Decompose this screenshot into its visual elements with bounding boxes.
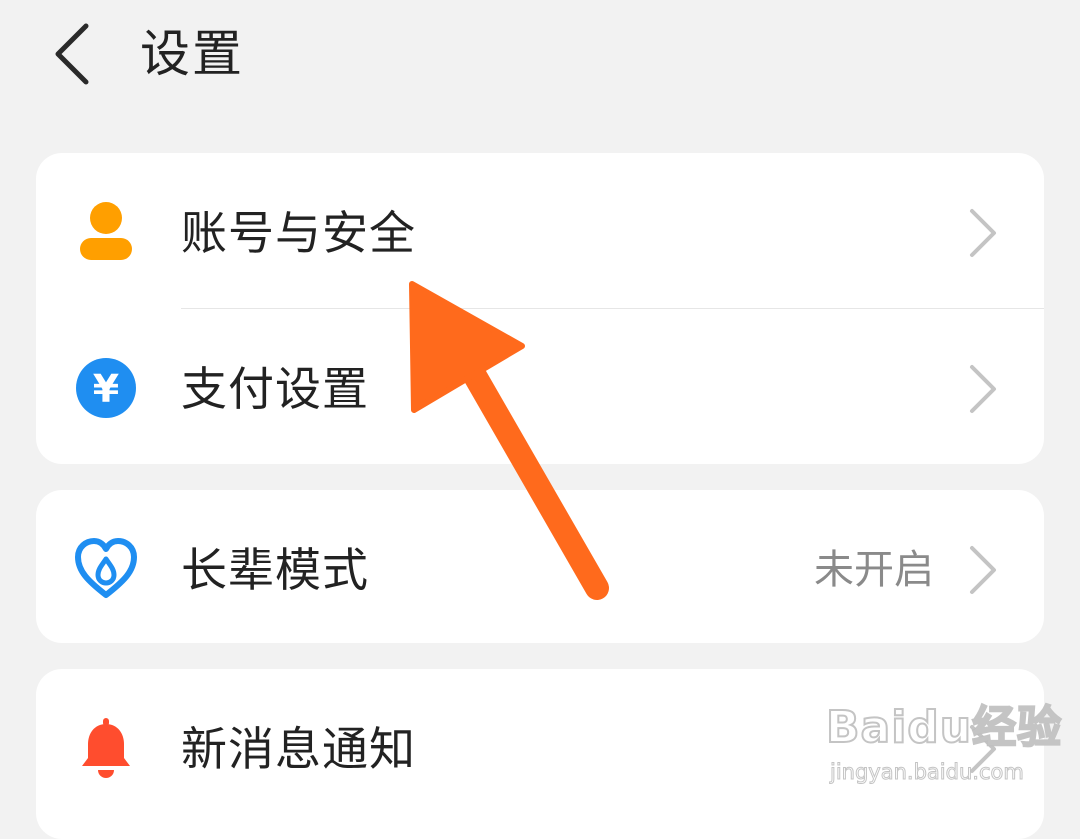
back-button[interactable]	[40, 20, 110, 90]
chevron-right-icon	[962, 361, 1002, 417]
settings-group-elder-mode: 长辈模式 未开启	[36, 490, 1044, 643]
chevron-right-icon	[962, 205, 1002, 261]
settings-item-label: 账号与安全	[181, 206, 416, 260]
bell-icon	[74, 716, 138, 780]
svg-text:¥: ¥	[93, 367, 119, 411]
settings-item-notifications[interactable]: 新消息通知	[36, 669, 1044, 824]
page-title: 设置	[140, 25, 244, 83]
chevron-right-icon	[962, 721, 1002, 777]
settings-group-notifications: 新消息通知	[36, 669, 1044, 839]
settings-item-label: 新消息通知	[181, 722, 416, 776]
chevron-left-icon	[55, 23, 89, 85]
settings-item-label: 长辈模式	[181, 543, 369, 597]
account-icon	[74, 200, 138, 264]
chevron-right-icon	[962, 542, 1002, 598]
settings-group-account: 账号与安全 ¥ 支付设置	[36, 153, 1044, 464]
settings-item-payment[interactable]: ¥ 支付设置	[36, 309, 1044, 464]
top-bar: 设置	[0, 0, 1080, 120]
heart-icon	[74, 537, 138, 601]
settings-item-elder-mode[interactable]: 长辈模式 未开启	[36, 490, 1044, 643]
settings-item-status: 未开启	[814, 547, 934, 593]
yuan-icon: ¥	[74, 356, 138, 420]
settings-item-label: 支付设置	[181, 362, 369, 416]
settings-item-account-security[interactable]: 账号与安全	[36, 153, 1044, 309]
